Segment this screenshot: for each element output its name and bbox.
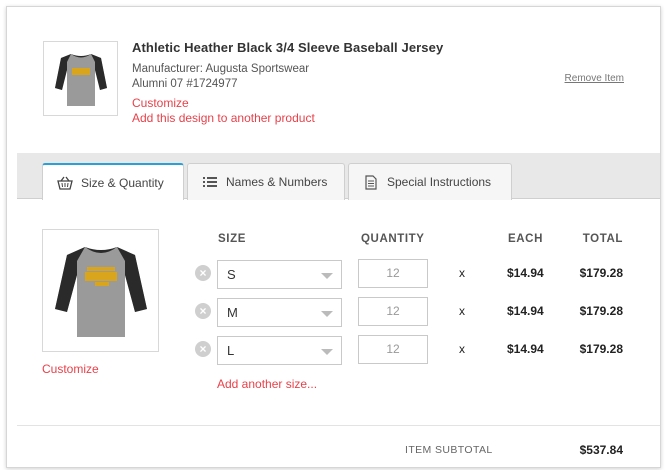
- unit-price: $14.94: [507, 304, 544, 318]
- tab-bar: Size & Quantity Names & Numbers Special …: [17, 153, 660, 200]
- unit-price: $14.94: [507, 266, 544, 280]
- subtotal-label: ITEM SUBTOTAL: [405, 444, 493, 456]
- tab-size-quantity[interactable]: Size & Quantity: [42, 163, 184, 200]
- jersey-image-small: [54, 53, 107, 106]
- customize-link[interactable]: Customize: [132, 96, 189, 110]
- product-image-large: [42, 229, 159, 352]
- multiply-sign: x: [459, 342, 465, 356]
- size-select-value: M: [227, 305, 238, 320]
- tab-names-numbers[interactable]: Names & Numbers: [187, 163, 345, 200]
- list-icon: [202, 174, 218, 190]
- cart-item-card: Athletic Heather Black 3/4 Sleeve Baseba…: [6, 6, 661, 468]
- tab-label: Names & Numbers: [226, 175, 328, 189]
- size-select-value: L: [227, 343, 235, 358]
- product-manufacturer: Manufacturer: Augusta Sportswear: [132, 63, 310, 75]
- chevron-down-icon: [321, 349, 333, 355]
- subtotal-value: $537.84: [579, 443, 623, 457]
- chevron-down-icon: [321, 311, 333, 317]
- chevron-down-icon: [321, 273, 333, 279]
- add-size-link[interactable]: Add another size...: [217, 377, 317, 391]
- multiply-sign: x: [459, 266, 465, 280]
- size-select[interactable]: S: [217, 260, 342, 289]
- add-design-link[interactable]: Add this design to another product: [132, 111, 315, 125]
- product-title: Athletic Heather Black 3/4 Sleeve Baseba…: [132, 40, 444, 55]
- product-design-id: Alumni 07 #1724977: [132, 78, 238, 90]
- customize-link-secondary[interactable]: Customize: [42, 362, 99, 376]
- tab-special-instructions[interactable]: Special Instructions: [348, 163, 512, 200]
- multiply-sign: x: [459, 304, 465, 318]
- remove-size-icon[interactable]: ×: [195, 265, 211, 281]
- unit-price: $14.94: [507, 342, 544, 356]
- tab-label: Size & Quantity: [81, 175, 164, 190]
- remove-size-icon[interactable]: ×: [195, 341, 211, 357]
- quantity-input[interactable]: 12: [358, 259, 428, 288]
- line-total: $179.28: [579, 266, 623, 280]
- product-thumbnail[interactable]: [43, 41, 118, 116]
- remove-size-icon[interactable]: ×: [195, 303, 211, 319]
- column-header-each: EACH: [508, 233, 543, 245]
- column-header-size: SIZE: [218, 233, 246, 245]
- size-select[interactable]: M: [217, 298, 342, 327]
- remove-item-link[interactable]: Remove Item: [565, 73, 624, 84]
- quantity-input[interactable]: 12: [358, 335, 428, 364]
- tab-label: Special Instructions: [387, 175, 492, 189]
- basket-icon: [57, 175, 73, 191]
- line-total: $179.28: [579, 342, 623, 356]
- column-header-total: TOTAL: [582, 233, 623, 245]
- column-header-quantity: QUANTITY: [361, 233, 425, 245]
- quantity-input[interactable]: 12: [358, 297, 428, 326]
- line-total: $179.28: [579, 304, 623, 318]
- jersey-image-large: [54, 246, 147, 337]
- document-icon: [363, 174, 379, 190]
- size-select-value: S: [227, 267, 236, 282]
- divider: [17, 425, 660, 426]
- size-select[interactable]: L: [217, 336, 342, 365]
